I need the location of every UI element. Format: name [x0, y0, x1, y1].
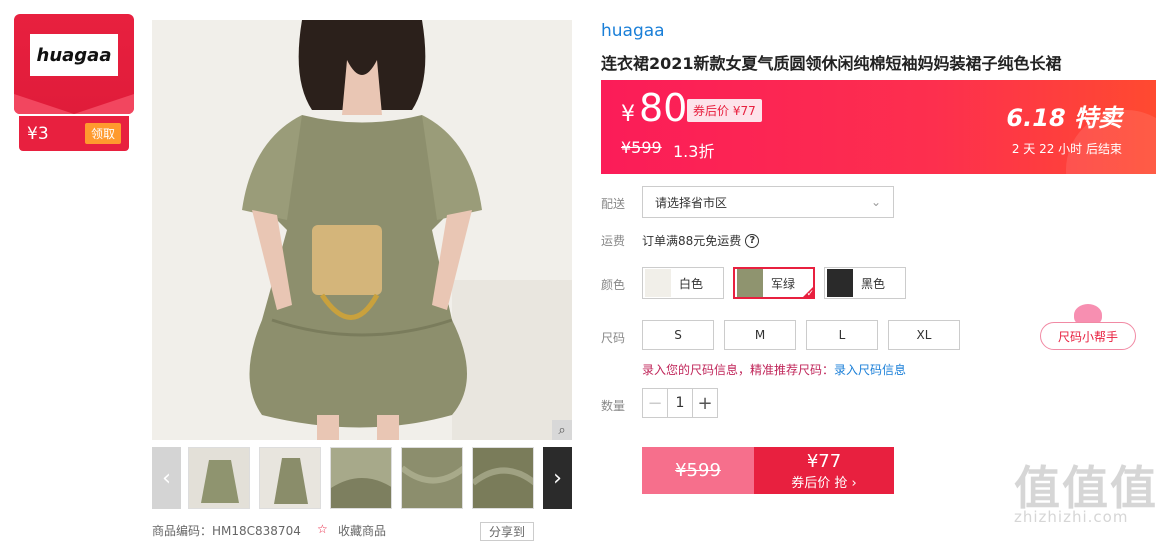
thumbnail[interactable] [330, 447, 392, 509]
coupon-amount: ¥3 [27, 123, 49, 144]
help-icon[interactable]: ? [745, 233, 760, 248]
thumbnail-strip: ‹ › [152, 447, 572, 509]
size-label: 尺码 [601, 331, 626, 345]
shipping-info: 订单满88元免运费 ? [642, 232, 760, 249]
size-helper-button[interactable]: 尺码小帮手 [1040, 322, 1136, 350]
after-coupon-badge: 券后价 ¥77 [687, 99, 762, 122]
favorite-link[interactable]: 收藏商品 [338, 522, 386, 539]
size-info-link[interactable]: 录入尺码信息 [834, 363, 906, 377]
thumbnail[interactable] [188, 447, 250, 509]
chevron-down-icon: ⌄ [870, 195, 881, 209]
shop-logo: huagaa [30, 34, 118, 76]
quantity-stepper[interactable]: − 1 + [642, 388, 718, 418]
size-info-text: 录入您的尺码信息，精准推荐尺码： [642, 363, 835, 377]
shop-name-link[interactable]: huagaa [601, 21, 665, 41]
color-option-black[interactable]: 黑色 [824, 267, 906, 299]
size-info-row: 录入您的尺码信息，精准推荐尺码：录入尺码信息 [642, 361, 906, 378]
zoom-icon[interactable]: ⌕ [552, 420, 572, 440]
size-option-xl[interactable]: XL [888, 320, 960, 350]
current-price: 80 [639, 86, 688, 130]
product-photo [152, 20, 572, 440]
size-option-s[interactable]: S [642, 320, 714, 350]
size-option-l[interactable]: L [806, 320, 878, 350]
color-swatch [737, 269, 763, 297]
increase-button[interactable]: + [692, 389, 717, 417]
size-option-m[interactable]: M [724, 320, 796, 350]
color-name: 军绿 [771, 276, 796, 291]
color-swatch [645, 269, 671, 297]
thumb-prev-button[interactable]: ‹ [152, 447, 181, 509]
delivery-label: 配送 [601, 197, 626, 211]
shop-badge[interactable]: huagaa [14, 14, 134, 114]
buy-original-price[interactable]: ¥599 [642, 447, 754, 494]
claim-coupon-button[interactable]: 领取 [84, 123, 121, 144]
discount-label: 1.3折 [673, 142, 715, 161]
promo-title: 6.18 特卖 [1006, 104, 1122, 132]
product-title: 连衣裙2021新款女夏气质圆领休闲纯棉短袖妈妈装裙子纯色长裙 [601, 54, 1062, 73]
region-placeholder: 请选择省市区 [655, 195, 728, 210]
thumbnail[interactable] [401, 447, 463, 509]
badge-fold [14, 94, 134, 114]
color-option-army-green[interactable]: 军绿 ✓ [733, 267, 815, 299]
countdown-text: 2 天 22 小时 后结束 [1011, 142, 1122, 156]
color-label: 颜色 [601, 278, 626, 292]
watermark-url: zhizhizhi.com [1014, 508, 1129, 526]
selected-check-icon: ✓ [801, 285, 815, 299]
color-name: 黑色 [861, 276, 886, 291]
price-banner: ¥ 80 券后价 ¥77 ¥599 1.3折 6.18 特卖 2 天 22 小时… [601, 80, 1156, 174]
original-price: ¥599 [621, 138, 662, 157]
product-meta-row: 商品编码：HM18C838704 ☆ 收藏商品 分享到 [152, 522, 572, 541]
color-option-white[interactable]: 白色 [642, 267, 724, 299]
shipping-text: 订单满88元免运费 [642, 234, 742, 248]
product-code: 商品编码：HM18C838704 [152, 524, 301, 538]
thumbnail[interactable] [472, 447, 534, 509]
quantity-label: 数量 [601, 399, 626, 413]
thumbnail[interactable] [259, 447, 321, 509]
color-name: 白色 [679, 276, 704, 291]
shipping-label: 运费 [601, 234, 626, 248]
main-product-image[interactable]: ⌕ [152, 20, 572, 440]
favorite-icon[interactable]: ☆ [317, 522, 328, 536]
color-swatch [827, 269, 853, 297]
currency-symbol: ¥ [621, 102, 635, 127]
shop-coupon[interactable]: ¥3 领取 [19, 116, 129, 151]
buy-coupon-section[interactable]: ¥77 券后价 抢 › [754, 447, 894, 494]
buy-coupon-action: 券后价 抢 › [791, 475, 857, 491]
buy-coupon-price: ¥77 [806, 450, 842, 472]
decrease-button[interactable]: − [643, 389, 668, 417]
buy-button[interactable]: ¥599 ¥77 券后价 抢 › [642, 447, 894, 494]
region-select[interactable]: 请选择省市区 ⌄ [642, 186, 894, 218]
quantity-value[interactable]: 1 [668, 389, 692, 417]
thumb-next-button[interactable]: › [543, 447, 572, 509]
share-button[interactable]: 分享到 [480, 522, 535, 541]
